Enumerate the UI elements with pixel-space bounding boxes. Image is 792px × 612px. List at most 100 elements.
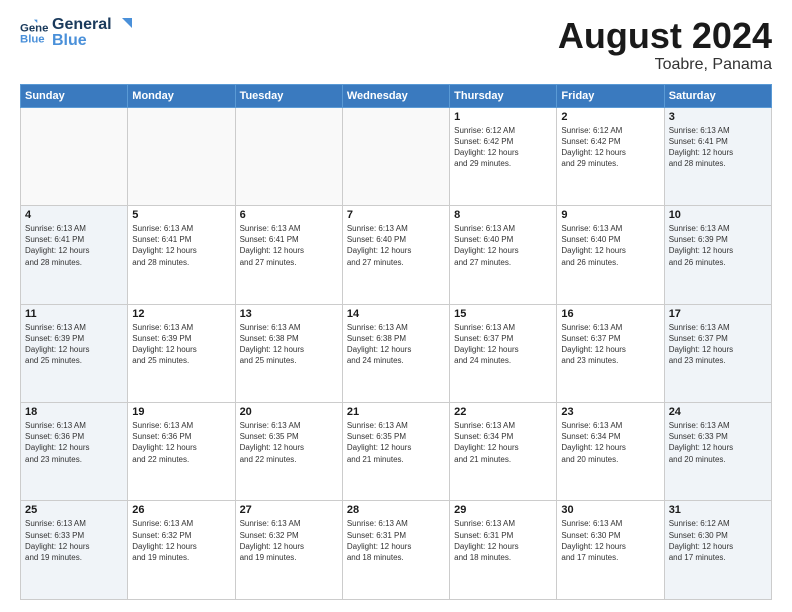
day-info: Sunrise: 6:13 AM Sunset: 6:33 PM Dayligh… [669,420,767,465]
calendar-week-4: 18 Sunrise: 6:13 AM Sunset: 6:36 PM Dayli… [21,403,772,501]
day-info: Sunrise: 6:13 AM Sunset: 6:33 PM Dayligh… [25,518,123,563]
col-sunday: Sunday [21,84,128,107]
day-info: Sunrise: 6:13 AM Sunset: 6:40 PM Dayligh… [454,223,552,268]
day-info: Sunrise: 6:13 AM Sunset: 6:39 PM Dayligh… [669,223,767,268]
calendar-cell-3-6: 16Sunrise: 6:13 AM Sunset: 6:37 PM Dayli… [557,304,664,402]
calendar-cell-5-4: 28Sunrise: 6:13 AM Sunset: 6:31 PM Dayli… [342,501,449,600]
calendar-cell-2-6: 9 Sunrise: 6:13 AM Sunset: 6:40 PM Daylig… [557,206,664,304]
calendar-cell-3-4: 14Sunrise: 6:13 AM Sunset: 6:38 PM Dayli… [342,304,449,402]
day-number: 16 [561,308,659,320]
calendar-cell-5-3: 27Sunrise: 6:13 AM Sunset: 6:32 PM Dayli… [235,501,342,600]
day-number: 13 [240,308,338,320]
calendar-week-5: 25 Sunrise: 6:13 AM Sunset: 6:33 PM Dayli… [21,501,772,600]
day-info: Sunrise: 6:13 AM Sunset: 6:40 PM Dayligh… [347,223,445,268]
day-info: Sunrise: 6:13 AM Sunset: 6:37 PM Dayligh… [454,322,552,367]
calendar-cell-2-5: 8 Sunrise: 6:13 AM Sunset: 6:40 PM Daylig… [450,206,557,304]
calendar-cell-3-5: 15 Sunrise: 6:13 AM Sunset: 6:37 PM Dayli… [450,304,557,402]
day-info: Sunrise: 6:13 AM Sunset: 6:34 PM Dayligh… [454,420,552,465]
day-number: 11 [25,308,123,320]
day-info: Sunrise: 6:13 AM Sunset: 6:32 PM Dayligh… [240,518,338,563]
day-info: Sunrise: 6:13 AM Sunset: 6:38 PM Dayligh… [240,322,338,367]
col-monday: Monday [128,84,235,107]
day-info: Sunrise: 6:13 AM Sunset: 6:36 PM Dayligh… [132,420,230,465]
col-thursday: Thursday [450,84,557,107]
calendar-cell-1-5: 1 Sunrise: 6:12 AM Sunset: 6:42 PM Daylig… [450,107,557,205]
day-number: 15 [454,308,552,320]
day-info: Sunrise: 6:13 AM Sunset: 6:30 PM Dayligh… [561,518,659,563]
day-number: 20 [240,406,338,418]
day-number: 3 [669,111,767,123]
calendar-cell-5-7: 31Sunrise: 6:12 AM Sunset: 6:30 PM Dayli… [664,501,771,600]
logo-line2: Blue [52,32,132,50]
calendar-cell-2-7: 10 Sunrise: 6:13 AM Sunset: 6:39 PM Dayli… [664,206,771,304]
calendar-cell-4-4: 21Sunrise: 6:13 AM Sunset: 6:35 PM Dayli… [342,403,449,501]
day-number: 30 [561,504,659,516]
col-friday: Friday [557,84,664,107]
calendar-cell-5-6: 30 Sunrise: 6:13 AM Sunset: 6:30 PM Dayli… [557,501,664,600]
logo-icon: General Blue [20,19,48,47]
day-number: 29 [454,504,552,516]
day-info: Sunrise: 6:13 AM Sunset: 6:41 PM Dayligh… [25,223,123,268]
title-area: August 2024 Toabre, Panama [558,16,772,74]
day-info: Sunrise: 6:13 AM Sunset: 6:31 PM Dayligh… [347,518,445,563]
page: General Blue General Blue August 2024 To… [0,0,792,612]
day-number: 25 [25,504,123,516]
day-info: Sunrise: 6:12 AM Sunset: 6:42 PM Dayligh… [561,125,659,170]
calendar-cell-2-1: 4 Sunrise: 6:13 AM Sunset: 6:41 PM Daylig… [21,206,128,304]
day-info: Sunrise: 6:13 AM Sunset: 6:35 PM Dayligh… [240,420,338,465]
calendar-cell-5-2: 26Sunrise: 6:13 AM Sunset: 6:32 PM Dayli… [128,501,235,600]
day-number: 17 [669,308,767,320]
svg-text:General: General [20,22,48,34]
day-number: 4 [25,209,123,221]
day-number: 23 [561,406,659,418]
calendar-cell-4-1: 18 Sunrise: 6:13 AM Sunset: 6:36 PM Dayli… [21,403,128,501]
day-number: 24 [669,406,767,418]
day-number: 18 [25,406,123,418]
day-info: Sunrise: 6:12 AM Sunset: 6:42 PM Dayligh… [454,125,552,170]
logo-arrow-icon [114,18,132,32]
day-info: Sunrise: 6:13 AM Sunset: 6:41 PM Dayligh… [240,223,338,268]
calendar-cell-4-5: 22Sunrise: 6:13 AM Sunset: 6:34 PM Dayli… [450,403,557,501]
calendar-cell-1-4 [342,107,449,205]
calendar-table: Sunday Monday Tuesday Wednesday Thursday… [20,84,772,600]
calendar-week-2: 4 Sunrise: 6:13 AM Sunset: 6:41 PM Daylig… [21,206,772,304]
calendar-cell-4-3: 20 Sunrise: 6:13 AM Sunset: 6:35 PM Dayli… [235,403,342,501]
calendar-cell-3-3: 13 Sunrise: 6:13 AM Sunset: 6:38 PM Dayli… [235,304,342,402]
calendar-cell-1-2 [128,107,235,205]
calendar-cell-1-6: 2 Sunrise: 6:12 AM Sunset: 6:42 PM Daylig… [557,107,664,205]
calendar-header-row: Sunday Monday Tuesday Wednesday Thursday… [21,84,772,107]
day-number: 1 [454,111,552,123]
day-number: 2 [561,111,659,123]
day-info: Sunrise: 6:13 AM Sunset: 6:36 PM Dayligh… [25,420,123,465]
calendar-cell-5-1: 25 Sunrise: 6:13 AM Sunset: 6:33 PM Dayli… [21,501,128,600]
day-number: 12 [132,308,230,320]
day-info: Sunrise: 6:13 AM Sunset: 6:39 PM Dayligh… [132,322,230,367]
col-wednesday: Wednesday [342,84,449,107]
calendar-cell-5-5: 29Sunrise: 6:13 AM Sunset: 6:31 PM Dayli… [450,501,557,600]
day-info: Sunrise: 6:13 AM Sunset: 6:32 PM Dayligh… [132,518,230,563]
day-info: Sunrise: 6:13 AM Sunset: 6:41 PM Dayligh… [132,223,230,268]
calendar-cell-3-1: 11Sunrise: 6:13 AM Sunset: 6:39 PM Dayli… [21,304,128,402]
day-number: 5 [132,209,230,221]
day-number: 8 [454,209,552,221]
day-info: Sunrise: 6:13 AM Sunset: 6:37 PM Dayligh… [669,322,767,367]
calendar-week-3: 11 Sunrise: 6:13 AM Sunset: 6:39 PM Dayli… [21,304,772,402]
day-info: Sunrise: 6:13 AM Sunset: 6:34 PM Dayligh… [561,420,659,465]
location-subtitle: Toabre, Panama [558,56,772,74]
calendar-cell-2-3: 6 Sunrise: 6:13 AM Sunset: 6:41 PM Daylig… [235,206,342,304]
day-number: 6 [240,209,338,221]
svg-text:Blue: Blue [20,34,45,46]
calendar-cell-2-2: 5 Sunrise: 6:13 AM Sunset: 6:41 PM Daylig… [128,206,235,304]
calendar-cell-1-7: 3 Sunrise: 6:13 AM Sunset: 6:41 PM Daylig… [664,107,771,205]
header: General Blue General Blue August 2024 To… [20,16,772,74]
calendar-cell-4-2: 19Sunrise: 6:13 AM Sunset: 6:36 PM Dayli… [128,403,235,501]
day-info: Sunrise: 6:13 AM Sunset: 6:38 PM Dayligh… [347,322,445,367]
col-tuesday: Tuesday [235,84,342,107]
day-info: Sunrise: 6:13 AM Sunset: 6:40 PM Dayligh… [561,223,659,268]
day-info: Sunrise: 6:13 AM Sunset: 6:41 PM Dayligh… [669,125,767,170]
day-info: Sunrise: 6:13 AM Sunset: 6:35 PM Dayligh… [347,420,445,465]
day-number: 9 [561,209,659,221]
calendar-cell-3-2: 12 Sunrise: 6:13 AM Sunset: 6:39 PM Dayli… [128,304,235,402]
calendar-cell-4-6: 23 Sunrise: 6:13 AM Sunset: 6:34 PM Dayli… [557,403,664,501]
day-number: 10 [669,209,767,221]
